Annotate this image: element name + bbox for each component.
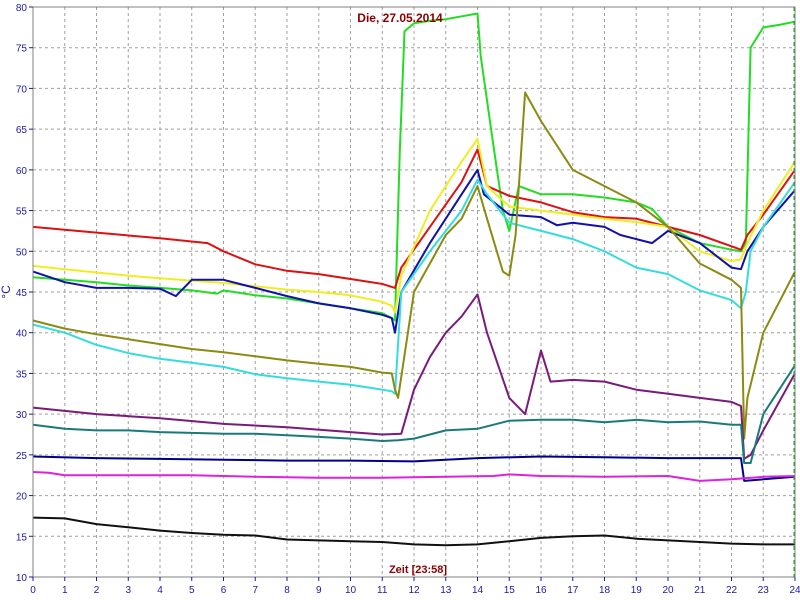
x-tick-label: 10 — [345, 585, 357, 596]
temperature-chart: 0 1 2 3 4 5 6 7 8 9 10 11 12 13 14 15 16 17 18 19 20 21 22 23 24… — [0, 0, 800, 600]
x-tick-label: 2 — [94, 585, 100, 596]
x-axis-title: Zeit [23:58] — [389, 564, 447, 576]
y-tick-label: 10 — [16, 573, 28, 584]
x-tick-label: 17 — [567, 585, 579, 596]
x-tick-label: 12 — [408, 585, 420, 596]
x-tick-label: 22 — [726, 585, 738, 596]
y-tick-label: 45 — [16, 288, 28, 299]
y-tick-label: 55 — [16, 207, 28, 218]
y-tick-label: 25 — [16, 451, 28, 462]
x-tick-label: 20 — [662, 585, 674, 596]
y-tick-label: 40 — [16, 329, 28, 340]
x-tick-label: 13 — [440, 585, 452, 596]
x-tick-label: 24 — [789, 585, 800, 596]
x-tick-label: 6 — [221, 585, 227, 596]
y-tick-label: 65 — [16, 125, 28, 136]
x-tick-label: 3 — [125, 585, 131, 596]
x-tick-label: 8 — [284, 585, 290, 596]
y-tick-label: 35 — [16, 369, 28, 380]
x-tick-label: 18 — [599, 585, 611, 596]
x-tick-label: 19 — [631, 585, 643, 596]
y-tick-label: 20 — [16, 492, 28, 503]
x-tick-label: 1 — [62, 585, 68, 596]
x-tick-label: 9 — [316, 585, 322, 596]
x-tick-label: 14 — [472, 585, 484, 596]
y-tick-label: 30 — [16, 410, 28, 421]
y-tick-label: 50 — [16, 247, 28, 258]
chart-title: Die, 27.05.2014 — [357, 11, 443, 25]
x-tick-label: 23 — [758, 585, 770, 596]
x-tick-label: 15 — [504, 585, 516, 596]
y-tick-label: 15 — [16, 532, 28, 543]
x-tick-label: 7 — [252, 585, 258, 596]
x-tick-label: 5 — [189, 585, 195, 596]
y-tick-label: 80 — [16, 3, 28, 14]
x-tick-label: 4 — [157, 585, 163, 596]
y-axis-unit: °C — [0, 285, 13, 299]
y-tick-label: 70 — [16, 84, 28, 95]
y-tick-label: 60 — [16, 166, 28, 177]
x-tick-label: 16 — [535, 585, 547, 596]
y-tick-label: 75 — [16, 44, 28, 55]
x-tick-label: 21 — [694, 585, 706, 596]
x-tick-label: 0 — [30, 585, 36, 596]
x-tick-label: 11 — [377, 585, 388, 596]
